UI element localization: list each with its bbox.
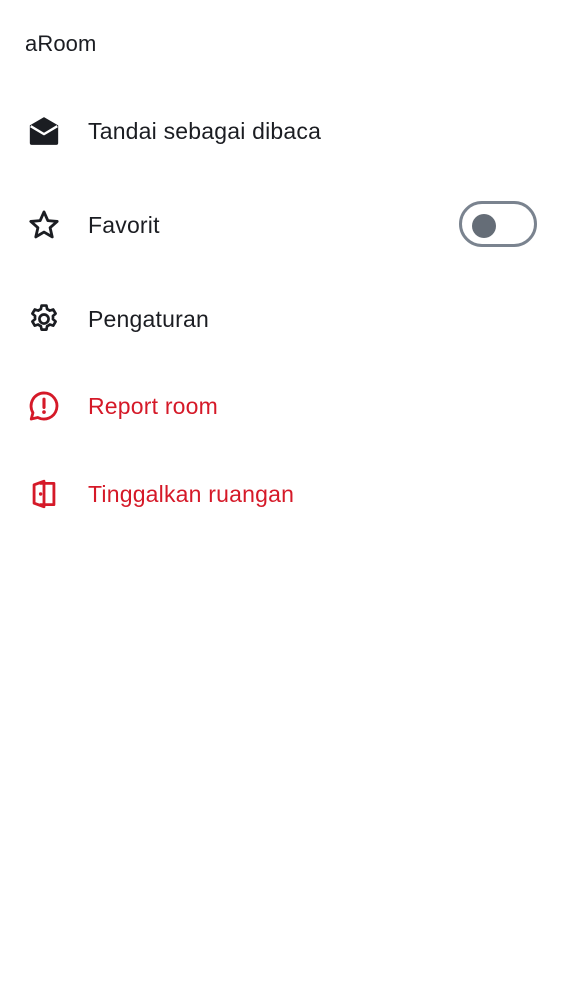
leave-room-item[interactable]: Tinggalkan ruangan: [0, 466, 562, 522]
report-room-item[interactable]: Report room: [0, 378, 562, 434]
gear-icon: [26, 301, 62, 337]
star-outline-icon: [26, 207, 62, 243]
report-chat-icon: [26, 388, 62, 424]
settings-label: Pengaturan: [88, 306, 209, 332]
leave-room-label: Tinggalkan ruangan: [88, 481, 295, 507]
settings-item[interactable]: Pengaturan: [0, 291, 562, 347]
room-title: aRoom: [25, 31, 97, 56]
mail-open-icon: [26, 113, 62, 149]
mark-as-read-item[interactable]: Tandai sebagai dibaca: [0, 103, 562, 159]
room-options-sheet: aRoom Tandai sebagai dibaca Favorit Peng…: [0, 0, 562, 1000]
leave-door-icon: [26, 476, 62, 512]
report-room-label: Report room: [88, 393, 219, 419]
toggle-knob: [472, 214, 496, 238]
favourite-label: Favorit: [88, 212, 160, 238]
mark-as-read-label: Tandai sebagai dibaca: [88, 118, 322, 144]
favourite-toggle[interactable]: [459, 201, 537, 247]
favourite-item[interactable]: Favorit: [0, 197, 562, 253]
